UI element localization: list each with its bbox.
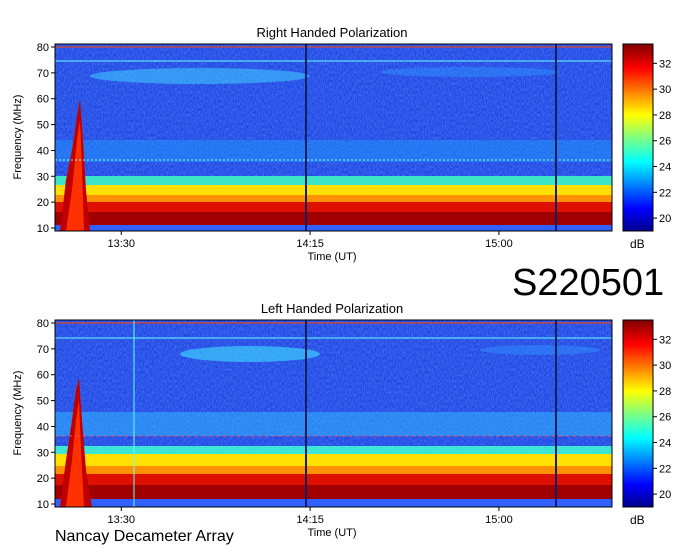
- panel-left-polarization: Left Handed Polarization 10 20 30 40 50 60708…: [12, 301, 671, 539]
- x-axis-label: Time (UT): [307, 527, 356, 539]
- x-tick-label: 15:00: [485, 238, 513, 250]
- y-tick-label: 70: [37, 68, 49, 80]
- colorbar-tick-label: 24: [659, 438, 671, 450]
- colorbar-tick-label: 22: [659, 463, 671, 475]
- y-tick-label: 80: [37, 42, 49, 54]
- x-axis-label: Time (UT): [307, 251, 356, 263]
- band-22mhz: [55, 466, 612, 474]
- y-tick-label: 60: [37, 370, 49, 382]
- observatory-name: Nancay Decameter Array: [55, 528, 234, 545]
- colorbar-tick-label: 20: [659, 489, 671, 501]
- spectrogram-plot-area: [54, 319, 613, 508]
- colorbar-tick-label: 30: [659, 84, 671, 96]
- chart-title: Left Handed Polarization: [261, 301, 403, 316]
- colorbar-label: dB: [630, 513, 645, 527]
- y-tick-label: 20: [37, 473, 49, 485]
- colorbar: 20 22 24 26 28 30 32 dB: [622, 43, 671, 251]
- emission-70mhz: [90, 68, 310, 84]
- band-25mhz: [55, 185, 612, 195]
- colorbar-scale: [622, 319, 654, 508]
- x-tick-label: 15:00: [485, 514, 513, 526]
- band-30mhz: [55, 446, 612, 454]
- y-tick-label: 50: [37, 120, 49, 132]
- band-11mhz: [55, 225, 612, 231]
- colorbar-tick-label: 28: [659, 386, 671, 398]
- colorbar-tick-label: 24: [659, 162, 671, 174]
- y-tick-label: 10: [37, 499, 49, 511]
- x-tick-label: 13:30: [108, 514, 136, 526]
- band-40mhz: [55, 140, 612, 162]
- y-tick-label: 60: [37, 94, 49, 106]
- emission-70mhz-right: [380, 67, 560, 77]
- colorbar-scale: [622, 43, 654, 232]
- band-25mhz: [55, 454, 612, 466]
- panel-right-polarization: Right Handed Polarization 10203040506070…: [12, 25, 671, 263]
- y-tick-label: 80: [37, 318, 49, 330]
- band-14mhz: [55, 485, 612, 499]
- x-tick-label: 14:15: [296, 238, 324, 250]
- y-tick-label: 40: [37, 145, 49, 157]
- emission-70mhz: [180, 346, 320, 362]
- colorbar-tick-label: 30: [659, 360, 671, 372]
- y-tick-label: 30: [37, 171, 49, 183]
- x-tick-label: 14:15: [296, 514, 324, 526]
- colorbar: 20 22 24 26 28 30 32 dB: [622, 319, 671, 527]
- band-40mhz: [55, 412, 612, 436]
- emission-70mhz-right: [480, 345, 600, 355]
- y-tick-label: 10: [37, 223, 49, 235]
- y-tick-label: 70: [37, 344, 49, 356]
- y-tick-label: 50: [37, 396, 49, 408]
- colorbar-tick-label: 20: [659, 213, 671, 225]
- colorbar-tick-label: 26: [659, 412, 671, 424]
- y-tick-label: 20: [37, 197, 49, 209]
- x-tick-label: 13:30: [108, 238, 136, 250]
- band-22mhz: [55, 195, 612, 202]
- colorbar-tick-label: 28: [659, 110, 671, 122]
- band-11mhz: [55, 499, 612, 507]
- x-axis: 13:30 14:15 15:00 Time (UT): [108, 231, 513, 263]
- chart-title: Right Handed Polarization: [256, 25, 407, 40]
- colorbar-tick-label: 32: [659, 58, 671, 70]
- event-id: S220501: [512, 262, 665, 304]
- y-axis-label: Frequency (MHz): [12, 371, 24, 456]
- y-axis: 10 20 30 40 50 60 70 80 Frequency (MHz): [12, 318, 55, 511]
- colorbar-label: dB: [630, 237, 645, 251]
- y-tick-label: 30: [37, 447, 49, 459]
- y-axis: 10 20 30 40 50 60 70 80 Frequency (MHz): [12, 42, 55, 235]
- colorbar-tick-label: 32: [659, 334, 671, 346]
- y-axis-label: Frequency (MHz): [12, 95, 24, 180]
- spectrogram-plot-area: [54, 43, 613, 232]
- y-tick-label: 40: [37, 421, 49, 433]
- band-14mhz: [55, 212, 612, 225]
- band-18mhz: [55, 202, 612, 212]
- colorbar-tick-label: 26: [659, 136, 671, 148]
- band-18mhz: [55, 474, 612, 485]
- colorbar-tick-label: 22: [659, 187, 671, 199]
- band-30mhz: [55, 176, 612, 185]
